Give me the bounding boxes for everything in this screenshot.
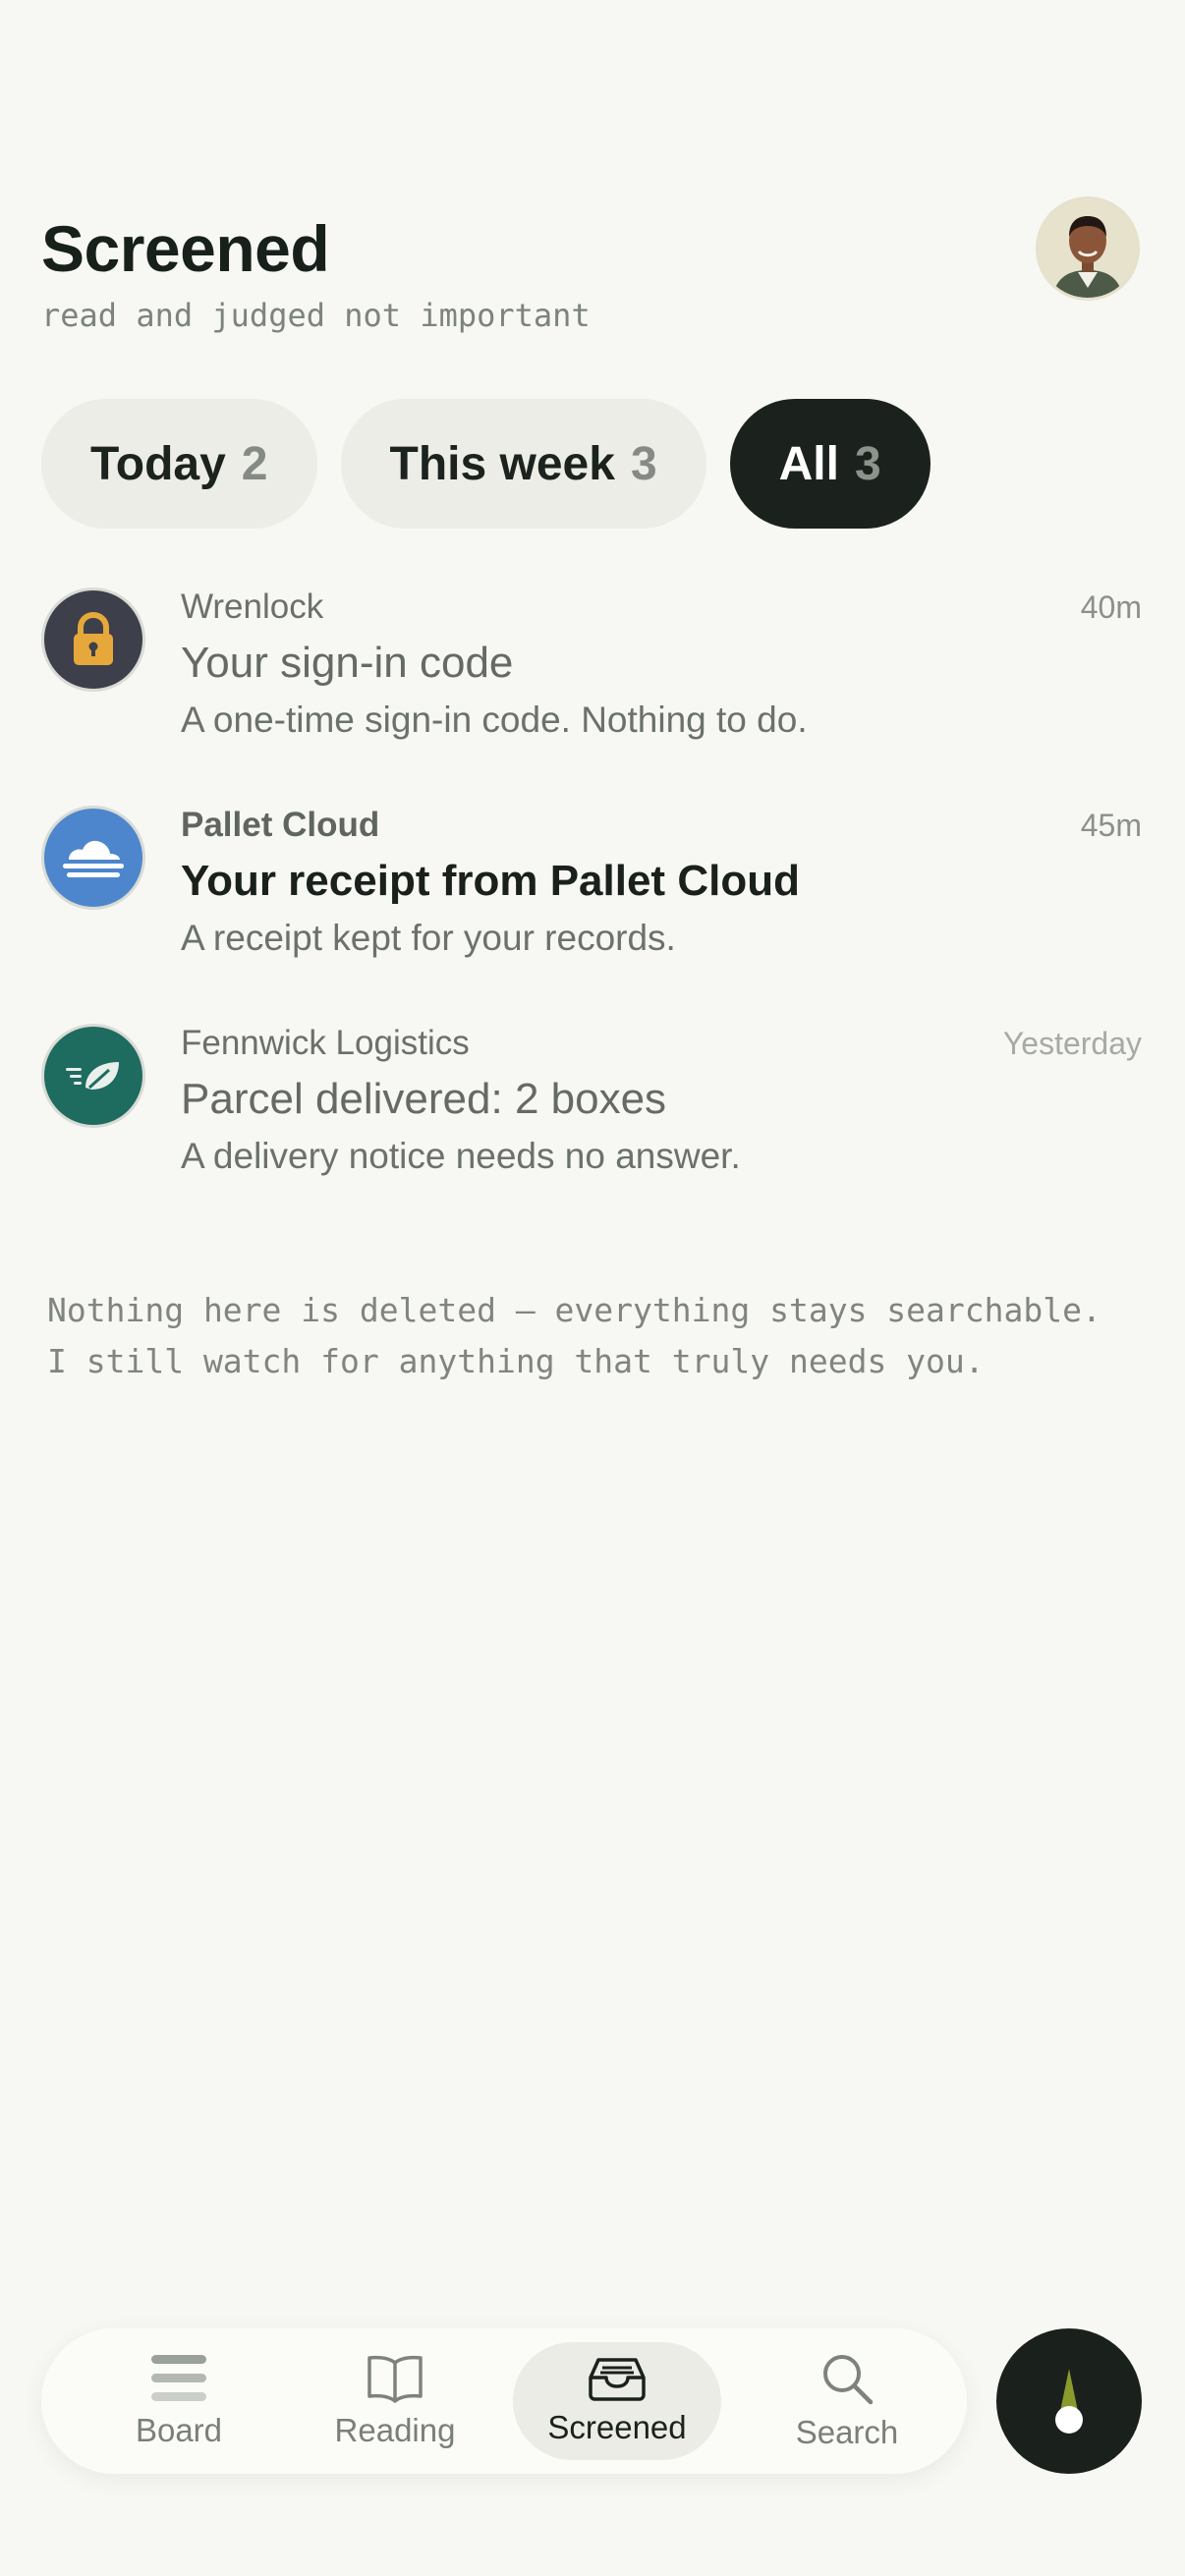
message-time: Yesterday (1002, 1026, 1142, 1061)
filter-chips: Today 2 This week 3 All 3 (41, 399, 931, 529)
message-item-pallet-cloud[interactable]: Pallet Cloud 45m Your receipt from Palle… (0, 806, 1185, 1024)
message-snippet: A one-time sign-in code. Nothing to do. (181, 700, 808, 740)
footer-note: Nothing here is deleted — everything sta… (47, 1285, 1101, 1387)
message-snippet: A receipt kept for your records. (181, 918, 676, 958)
search-icon (823, 2355, 874, 2405)
message-item-wrenlock[interactable]: Wrenlock 40m Your sign-in code A one-tim… (0, 588, 1185, 806)
filter-all-label: All (778, 437, 839, 490)
message-subject: Your sign-in code (181, 639, 514, 687)
message-time: 45m (1080, 808, 1142, 843)
footer-note-line-2: I still watch for anything that truly ne… (47, 1342, 985, 1380)
filter-today-count: 2 (241, 437, 268, 490)
nav-reading[interactable]: Reading (291, 2342, 499, 2460)
filter-today-label: Today (90, 437, 226, 490)
sender-name: Wrenlock (181, 588, 324, 626)
compass-button[interactable] (996, 2328, 1142, 2474)
message-subject: Parcel delivered: 2 boxes (181, 1075, 667, 1123)
sender-name: Pallet Cloud (181, 806, 380, 844)
filter-all-chip[interactable]: All 3 (729, 399, 931, 529)
page-title: Screened (41, 212, 330, 285)
nav-search[interactable]: Search (743, 2342, 951, 2460)
message-list: Wrenlock 40m Your sign-in code A one-tim… (0, 588, 1185, 1242)
nav-search-label: Search (795, 2414, 899, 2450)
footer-note-line-1: Nothing here is deleted — everything sta… (47, 1291, 1101, 1329)
filter-today-chip[interactable]: Today 2 (41, 399, 317, 529)
nav-board-label: Board (135, 2412, 223, 2448)
user-avatar[interactable] (1036, 196, 1140, 301)
cloud-icon (63, 840, 124, 877)
sender-logo (41, 806, 145, 910)
message-snippet: A delivery notice needs no answer. (181, 1136, 741, 1176)
inbox-tray-icon (589, 2358, 646, 2401)
sender-name: Fennwick Logistics (181, 1024, 470, 1062)
board-icon (151, 2355, 206, 2401)
nav-screened-label: Screened (547, 2409, 687, 2445)
nav-reading-label: Reading (334, 2412, 456, 2448)
nav-screened[interactable]: Screened (513, 2342, 721, 2460)
page-subtitle: read and judged not important (41, 297, 591, 334)
sender-logo (41, 1024, 145, 1128)
book-icon (367, 2355, 423, 2403)
message-item-fennwick[interactable]: Fennwick Logistics Yesterday Parcel deli… (0, 1024, 1185, 1242)
message-subject: Your receipt from Pallet Cloud (181, 857, 800, 905)
filter-this-week-count: 3 (630, 437, 657, 490)
lock-icon (74, 612, 113, 665)
sender-logo (41, 588, 145, 692)
avatar-portrait-icon (1039, 199, 1137, 298)
filter-this-week-label: This week (389, 437, 615, 490)
nav-board[interactable]: Board (75, 2342, 283, 2460)
bottom-nav: Board Reading Screened Search (41, 2328, 967, 2474)
message-time: 40m (1080, 589, 1142, 625)
filter-this-week-chip[interactable]: This week 3 (340, 399, 706, 529)
leaf-icon (66, 1062, 119, 1090)
compass-icon (1055, 2369, 1083, 2434)
filter-all-count: 3 (854, 437, 881, 490)
